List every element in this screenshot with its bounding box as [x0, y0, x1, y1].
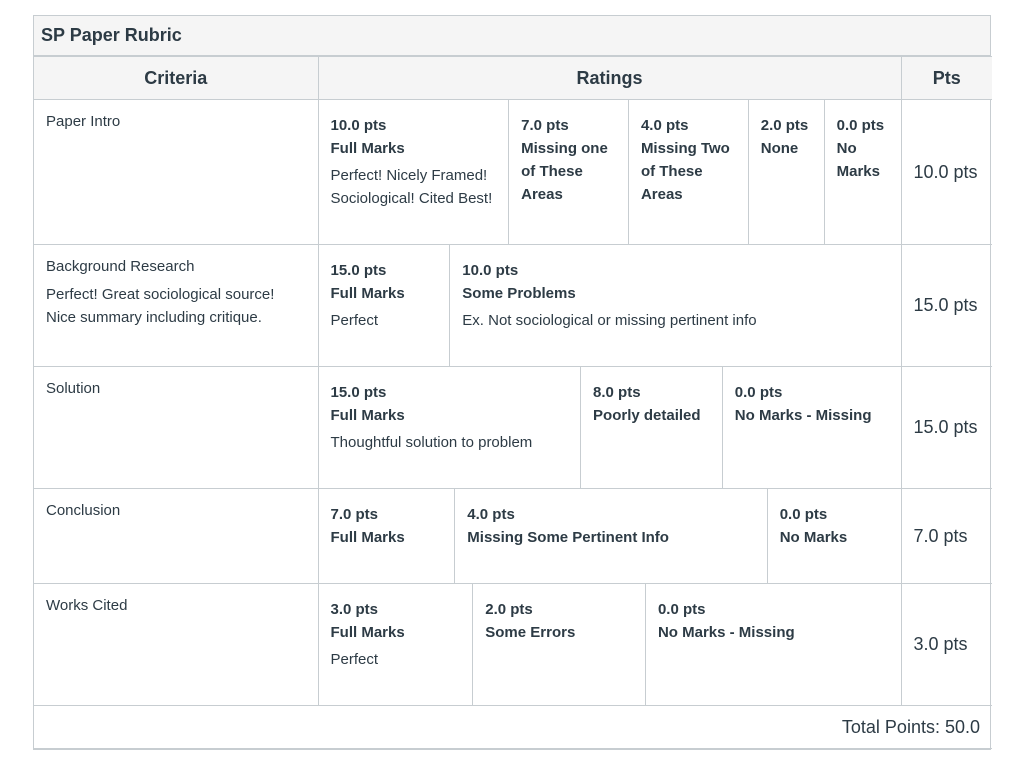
criterion-cell: Background Research Perfect! Great sociol… — [34, 244, 319, 367]
criterion-points: 15.0 pts — [900, 366, 992, 489]
criterion-title: Works Cited — [46, 597, 128, 614]
rating-option[interactable]: 0.0 pts No Marks - Missing — [644, 584, 901, 705]
rating-option[interactable]: 0.0 pts No Marks — [766, 489, 901, 583]
ratings-cell: 10.0 pts Full Marks Perfect! Nicely Framed… — [317, 99, 902, 245]
rating-name: None — [760, 140, 799, 157]
rating-name: No Marks — [779, 529, 848, 546]
criterion-title: Solution — [46, 380, 101, 397]
rating-points: 3.0 pts — [330, 601, 379, 618]
total-row: Total Points: 50.0 — [34, 705, 992, 749]
rating-points: 2.0 pts — [760, 117, 809, 134]
rating-option[interactable]: 2.0 pts Some Errors — [472, 584, 645, 705]
rating-name: Full Marks — [330, 529, 405, 546]
rating-points: 15.0 pts — [330, 384, 387, 401]
ratings-cell: 3.0 pts Full Marks Perfect 2.0 pts Some Erro… — [317, 583, 902, 706]
rating-name: Missing Some Pertinent Info — [467, 529, 669, 546]
rating-option[interactable]: 7.0 pts Full Marks — [319, 489, 455, 583]
ratings-list: 7.0 pts Full Marks 4.0 pts Missing Some Per… — [319, 489, 901, 583]
ratings-list: 3.0 pts Full Marks Perfect 2.0 pts Some Erro… — [319, 584, 901, 705]
criterion-row: Paper Intro 10.0 pts Full Marks Perfect! Ni… — [34, 99, 992, 245]
ratings-list: 15.0 pts Full Marks Thoughtful solution to… — [319, 367, 901, 488]
criterion-row: Conclusion 7.0 pts Full Marks 4.0 pts Missin… — [34, 488, 992, 584]
rating-option[interactable]: 7.0 pts Missing one of These Areas — [508, 100, 628, 244]
criterion-points: 3.0 pts — [900, 583, 992, 706]
rating-points: 8.0 pts — [593, 384, 641, 401]
criterion-cell: Solution — [34, 366, 319, 489]
rating-points: 0.0 pts — [779, 506, 828, 523]
rating-points: 7.0 pts — [330, 506, 379, 523]
rating-points: 0.0 pts — [836, 117, 885, 134]
rating-description: Perfect — [330, 651, 379, 668]
rating-points: 7.0 pts — [521, 117, 569, 134]
rating-name: Full Marks — [330, 407, 405, 424]
rating-option[interactable]: 10.0 pts Full Marks Perfect! Nicely Framed… — [319, 100, 509, 244]
rating-name: Full Marks — [330, 285, 405, 302]
ratings-cell: 15.0 pts Full Marks Perfect 10.0 pts Some Pr… — [317, 244, 902, 367]
rating-option[interactable]: 2.0 pts None — [747, 100, 824, 244]
rating-option[interactable]: 0.0 pts No Marks - Missing — [721, 367, 901, 488]
rating-points: 0.0 pts — [657, 601, 706, 618]
rating-points: 10.0 pts — [330, 117, 387, 134]
rating-description: Ex. Not sociological or missing pertinen… — [462, 312, 757, 329]
criterion-cell: Conclusion — [34, 488, 319, 584]
rating-option[interactable]: 4.0 pts Missing Some Pertinent Info — [454, 489, 766, 583]
rubric-panel: SP Paper Rubric Criteria Ratings Pts Pap… — [33, 15, 992, 750]
rating-name: Missing one of These Areas — [521, 140, 608, 203]
rating-name: Some Errors — [485, 624, 576, 641]
criterion-title: Background Research — [46, 258, 195, 275]
ratings-cell: 7.0 pts Full Marks 4.0 pts Missing Some Per… — [317, 488, 902, 584]
criterion-row: Solution 15.0 pts Full Marks Thoughtful sol… — [34, 366, 992, 489]
total-points: Total Points: 50.0 — [34, 705, 992, 749]
criterion-title: Paper Intro — [46, 113, 121, 130]
ratings-list: 15.0 pts Full Marks Perfect 10.0 pts Some Pr… — [319, 245, 901, 366]
rating-name: No Marks - Missing — [657, 624, 795, 641]
rating-points: 0.0 pts — [734, 384, 783, 401]
ratings-header: Ratings — [317, 56, 902, 100]
rubric-body: Paper Intro 10.0 pts Full Marks Perfect! Ni… — [34, 99, 992, 706]
criteria-header: Criteria — [34, 56, 319, 100]
rating-points: 2.0 pts — [485, 601, 533, 618]
rating-points: 4.0 pts — [467, 506, 515, 523]
rating-name: Poorly detailed — [593, 407, 701, 424]
header-row: Criteria Ratings Pts — [34, 56, 992, 100]
criterion-cell: Paper Intro — [34, 99, 319, 245]
rating-description: Perfect! Nicely Framed! Sociological! Ci… — [330, 167, 493, 207]
criterion-points: 7.0 pts — [900, 488, 992, 584]
rating-name: No Marks - Missing — [734, 407, 872, 424]
criterion-points: 10.0 pts — [900, 99, 992, 245]
rating-name: No Marks — [836, 140, 880, 180]
rating-option[interactable]: 3.0 pts Full Marks Perfect — [319, 584, 473, 705]
rating-points: 15.0 pts — [330, 262, 387, 279]
rating-name: Full Marks — [330, 140, 405, 157]
rating-option[interactable]: 15.0 pts Full Marks Perfect — [319, 245, 450, 366]
rating-option[interactable]: 10.0 pts Some Problems Ex. Not sociologica… — [449, 245, 900, 366]
rating-description: Perfect — [330, 312, 379, 329]
ratings-cell: 15.0 pts Full Marks Thoughtful solution to… — [317, 366, 902, 489]
rating-name: Missing Two of These Areas — [640, 140, 730, 203]
criterion-row: Works Cited 3.0 pts Full Marks Perfect 2.0 p… — [34, 583, 992, 706]
rating-option[interactable]: 0.0 pts No Marks — [823, 100, 901, 244]
rating-name: Full Marks — [330, 624, 405, 641]
criterion-description: Perfect! Great sociological source! Nice… — [46, 286, 275, 326]
criterion-cell: Works Cited — [34, 583, 319, 706]
ratings-list: 10.0 pts Full Marks Perfect! Nicely Framed… — [319, 100, 901, 244]
rating-points: 4.0 pts — [640, 117, 689, 134]
criterion-title: Conclusion — [46, 502, 121, 519]
criterion-points: 15.0 pts — [900, 244, 992, 367]
rating-option[interactable]: 4.0 pts Missing Two of These Areas — [627, 100, 748, 244]
rubric-title: SP Paper Rubric — [34, 16, 990, 56]
rating-option[interactable]: 15.0 pts Full Marks Thoughtful solution to… — [319, 367, 581, 488]
criterion-row: Background Research Perfect! Great sociol… — [34, 244, 992, 367]
rating-option[interactable]: 8.0 pts Poorly detailed — [580, 367, 722, 488]
rubric-table: Criteria Ratings Pts Paper Intro 10.0 pts… — [34, 56, 992, 749]
pts-header: Pts — [900, 56, 992, 100]
rating-description: Thoughtful solution to problem — [330, 434, 533, 451]
rating-name: Some Problems — [462, 285, 576, 302]
rating-points: 10.0 pts — [462, 262, 519, 279]
